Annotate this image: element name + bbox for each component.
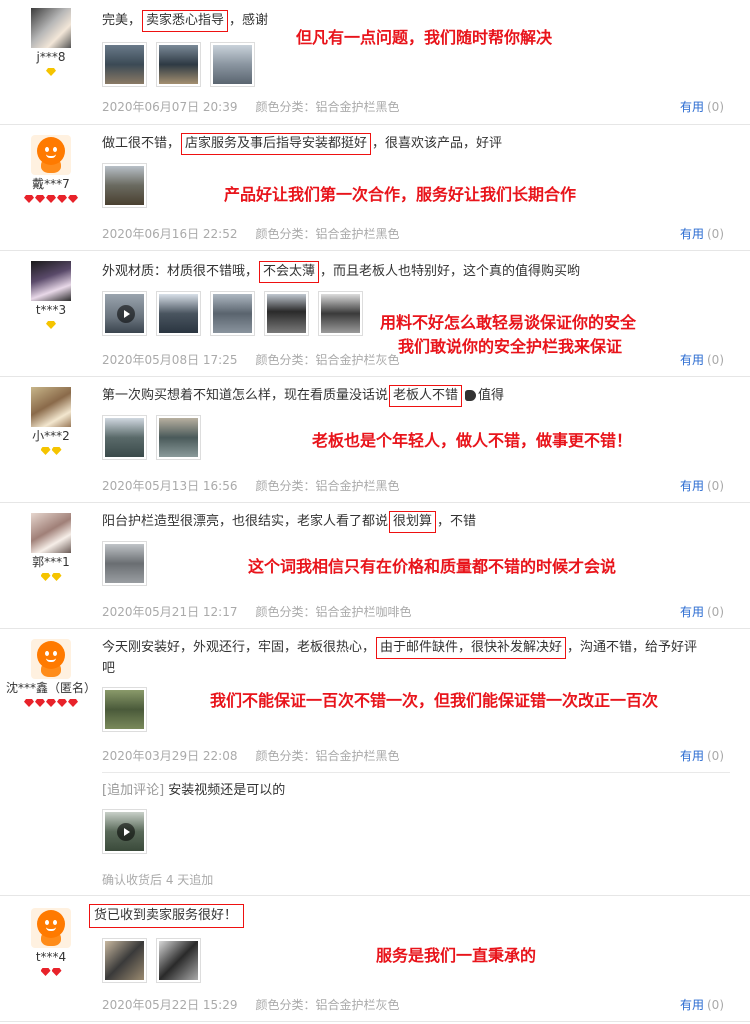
review-video-thumbnail[interactable]	[102, 291, 147, 336]
highlight-box: 不会太薄	[259, 261, 320, 283]
highlight-box: 卖家悉心指导	[142, 10, 229, 32]
review-meta: 2020年03月29日 22:08 颜色分类：铝合金护栏黑色	[102, 749, 400, 763]
highlight-box: 由于邮件缺件，很快补发解决好	[376, 637, 567, 659]
review-meta: 2020年05月21日 12:17 颜色分类：铝合金护栏咖啡色	[102, 605, 412, 619]
buyer-level-badge	[0, 319, 102, 331]
review-thumbnail[interactable]	[102, 163, 147, 208]
review-thumbnail[interactable]	[318, 291, 363, 336]
review-thumbnail[interactable]	[102, 42, 147, 87]
reviewer: t***4	[0, 908, 102, 978]
buyer-level-badge	[0, 697, 102, 709]
reviewer-name: 郭***1	[32, 555, 70, 569]
review-item: j***8 完美， 卖家悉心指导 ，感谢 2020年06月07日 20:39 颜色分类…	[0, 0, 750, 125]
review-thumbnail[interactable]	[156, 42, 201, 87]
reviewer-name: j***8	[36, 50, 66, 64]
append-time: 确认收货后 4 天追加	[102, 873, 214, 887]
review-item: 沈***鑫（匿名） 今天刚安装好，外观还行，牢固，老板很热心， 由于邮件缺件，很快…	[0, 629, 750, 896]
avatar[interactable]	[31, 639, 71, 679]
seller-annotation: 但凡有一点问题，我们随时帮你解决	[296, 28, 553, 47]
highlight-box: 货已收到卖家服务很好！	[89, 904, 245, 928]
review-images	[102, 809, 750, 854]
reviewer-name: 戴***7	[32, 177, 70, 191]
helpful-button[interactable]: 有用 (0)	[680, 98, 724, 115]
seller-annotation: 产品好让我们第一次合作，服务好让我们长期合作	[224, 185, 577, 204]
highlight-box: 店家服务及事后指导安装都挺好	[181, 133, 372, 155]
seller-annotation: 用料不好怎么敢轻易谈保证你的安全	[380, 313, 637, 332]
appended-review-text: [追加评论] 安装视频还是可以的	[102, 783, 286, 798]
review-meta: 2020年05月13日 16:56 颜色分类：铝合金护栏黑色	[102, 479, 400, 493]
helpful-button[interactable]: 有用 (0)	[680, 996, 724, 1013]
review-thumbnail[interactable]	[156, 291, 201, 336]
review-item: 郭***1 阳台护栏造型很漂亮，也很结实，老家人看了都说 很划算 ，不错 2020年…	[0, 503, 750, 629]
review-thumbnail[interactable]	[264, 291, 309, 336]
review-meta: 2020年05月08日 17:25 颜色分类：铝合金护栏灰色	[102, 353, 400, 367]
reviewer: 沈***鑫（匿名）	[0, 639, 102, 709]
seller-annotation: 老板也是个年轻人，做人不错，做事更不错！	[312, 431, 633, 450]
helpful-button[interactable]: 有用 (0)	[680, 477, 724, 494]
review-thumbnail[interactable]	[210, 291, 255, 336]
review-text-continued: 吧	[102, 661, 116, 676]
reviewer-name: t***3	[35, 303, 67, 317]
thumbs-up-icon	[465, 390, 477, 401]
reviewer: t***3	[0, 261, 102, 331]
buyer-level-badge	[0, 966, 102, 978]
review-text: 阳台护栏造型很漂亮，也很结实，老家人看了都说 很划算 ，不错	[102, 511, 750, 533]
reviewer: 小***2	[0, 387, 102, 457]
review-text: 第一次购买想着不知道怎么样，现在看质量没话说 老板人不错 值得	[102, 385, 750, 407]
seller-annotation: 我们敢说你的安全护栏我来保证	[398, 337, 623, 356]
seller-annotation: 我们不能保证一百次不错一次，但我们能保证错一次改正一百次	[210, 691, 659, 710]
review-text: 做工很不错， 店家服务及事后指导安装都挺好 ，很喜欢该产品，好评	[102, 133, 750, 155]
helpful-button[interactable]: 有用 (0)	[680, 747, 724, 764]
buyer-level-badge	[0, 193, 102, 205]
review-thumbnail[interactable]	[102, 415, 147, 460]
avatar[interactable]	[31, 908, 71, 948]
avatar[interactable]	[31, 135, 71, 175]
review-thumbnail[interactable]	[210, 42, 255, 87]
divider	[102, 772, 730, 773]
buyer-level-badge	[0, 66, 102, 78]
avatar[interactable]	[31, 8, 71, 48]
helpful-button[interactable]: 有用 (0)	[680, 351, 724, 368]
appended-review-label: [追加评论]	[102, 783, 165, 798]
avatar[interactable]	[31, 387, 71, 427]
buyer-level-badge	[0, 571, 102, 583]
review-item: 小***2 第一次购买想着不知道怎么样，现在看质量没话说 老板人不错 值得 2020…	[0, 377, 750, 503]
review-text: 今天刚安装好，外观还行，牢固，老板很热心， 由于邮件缺件，很快补发解决好 ，沟通不错…	[102, 637, 750, 659]
play-icon	[117, 823, 135, 841]
review-item: t***3 外观材质：材质很不错哦， 不会太薄 ，而且老板人也特别好，这个真的值得购…	[0, 251, 750, 377]
review-thumbnail[interactable]	[156, 415, 201, 460]
seller-annotation: 服务是我们一直秉承的	[376, 946, 537, 965]
review-text: 外观材质：材质很不错哦， 不会太薄 ，而且老板人也特别好，这个真的值得购买哟	[102, 261, 750, 283]
review-item: t***4 货已收到卖家服务很好！ 2020年05月22日 15:29 颜色分类：…	[0, 896, 750, 1022]
play-icon	[117, 305, 135, 323]
avatar[interactable]	[31, 261, 71, 301]
reviewer-name: 沈***鑫（匿名）	[5, 681, 96, 695]
highlight-box: 老板人不错	[389, 385, 463, 407]
review-item: 戴***7 做工很不错， 店家服务及事后指导安装都挺好 ，很喜欢该产品，好评 202…	[0, 125, 750, 251]
reviewer: 戴***7	[0, 135, 102, 205]
review-meta: 2020年06月16日 22:52 颜色分类：铝合金护栏黑色	[102, 227, 400, 241]
seller-annotation: 这个词我相信只有在价格和质量都不错的时候才会说	[248, 557, 617, 576]
reviewer-name: t***4	[35, 950, 67, 964]
helpful-button[interactable]: 有用 (0)	[680, 603, 724, 620]
avatar[interactable]	[31, 513, 71, 553]
review-thumbnail[interactable]	[102, 687, 147, 732]
reviewer: j***8	[0, 8, 102, 78]
helpful-button[interactable]: 有用 (0)	[680, 225, 724, 242]
buyer-level-badge	[0, 445, 102, 457]
review-thumbnail[interactable]	[102, 938, 147, 983]
review-text: 货已收到卖家服务很好！	[88, 904, 750, 928]
review-meta: 2020年06月07日 20:39 颜色分类：铝合金护栏黑色	[102, 100, 400, 114]
reviewer-name: 小***2	[32, 429, 70, 443]
review-video-thumbnail[interactable]	[102, 809, 147, 854]
review-meta: 2020年05月22日 15:29 颜色分类：铝合金护栏灰色	[102, 998, 400, 1012]
review-thumbnail[interactable]	[102, 541, 147, 586]
highlight-box: 很划算	[389, 511, 437, 533]
reviewer: 郭***1	[0, 513, 102, 583]
review-images	[102, 42, 750, 87]
review-thumbnail[interactable]	[156, 938, 201, 983]
